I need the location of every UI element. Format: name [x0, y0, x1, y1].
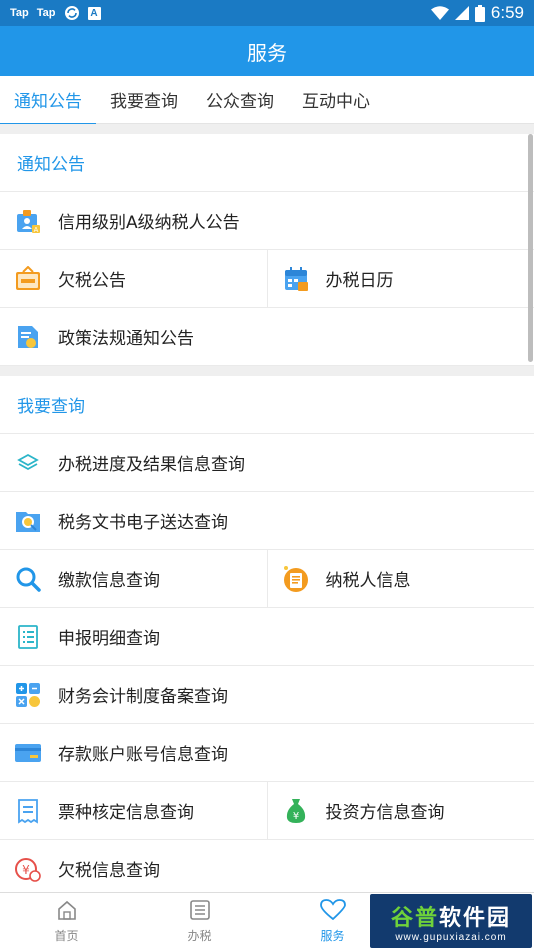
- tab-my-query[interactable]: 我要查询: [96, 76, 192, 124]
- money-bag-icon: ¥: [282, 797, 310, 825]
- item-label: 信用级别A级纳税人公告: [58, 213, 240, 233]
- credit-a-taxpayer-notice-item[interactable]: A 信用级别A级纳税人公告: [0, 192, 534, 249]
- nav-label: 办税: [187, 929, 212, 943]
- list-row: 财务会计制度备案查询: [0, 666, 534, 724]
- list-document-icon: [14, 623, 42, 651]
- scrollbar[interactable]: [528, 134, 533, 362]
- item-label: 纳税人信息: [325, 571, 411, 591]
- item-label: 申报明细查询: [58, 629, 160, 649]
- item-label: 投资方信息查询: [325, 803, 445, 823]
- nav-label: 服务: [320, 929, 345, 943]
- list-row: A 信用级别A级纳税人公告: [0, 192, 534, 250]
- tab-label: 我要查询: [110, 92, 178, 112]
- item-label: 税务文书电子送达查询: [58, 513, 228, 533]
- watermark-brand: 谷普软件园: [390, 905, 512, 931]
- document-search-icon: [14, 507, 42, 535]
- section-title: 通知公告: [0, 134, 534, 192]
- list-row: 缴款信息查询 纳税人信息: [0, 550, 534, 608]
- list-row: 税务文书电子送达查询: [0, 492, 534, 550]
- tab-label: 互动中心: [302, 92, 370, 112]
- notice-section: 通知公告 A 信用级别A级纳税人公告 欠税公告 办税日历 政策法规通知公告: [0, 134, 534, 366]
- deposit-account-query-item[interactable]: 存款账户账号信息查询: [0, 724, 534, 781]
- nav-home[interactable]: 首页: [0, 893, 133, 950]
- declaration-detail-query-item[interactable]: 申报明细查询: [0, 608, 534, 665]
- home-icon: [56, 899, 78, 924]
- investor-info-query-item[interactable]: ¥ 投资方信息查询: [266, 782, 534, 839]
- search-icon: [14, 565, 42, 593]
- query-section: 我要查询 办税进度及结果信息查询 税务文书电子送达查询 缴款信息查询 纳税人信息…: [0, 376, 534, 892]
- svg-text:¥: ¥: [22, 863, 30, 877]
- sync-icon: [64, 5, 80, 21]
- nav-tax-handling[interactable]: 办税: [133, 893, 266, 950]
- policy-document-icon: [14, 323, 42, 351]
- tab-bar: 通知公告 我要查询 公众查询 互动中心: [0, 76, 534, 125]
- tab-interaction-center[interactable]: 互动中心: [288, 76, 384, 124]
- tax-arrears-icon: ¥: [14, 855, 42, 883]
- item-label: 政策法规通知公告: [58, 329, 194, 349]
- status-bar: Tap Tap A 6 6:59: [0, 0, 534, 26]
- site-watermark: 谷普软件园 www.gupuxiazai.com: [370, 894, 532, 948]
- page-title: 服务: [247, 40, 287, 65]
- item-label: 票种核定信息查询: [58, 803, 194, 823]
- svg-text:¥: ¥: [292, 811, 298, 822]
- accounting-system-filing-query-item[interactable]: 财务会计制度备案查询: [0, 666, 534, 723]
- item-label: 欠税公告: [58, 271, 126, 291]
- tax-document-delivery-query-item[interactable]: 税务文书电子送达查询: [0, 492, 534, 549]
- battery-icon: [474, 4, 485, 22]
- item-label: 办税进度及结果信息查询: [58, 455, 245, 475]
- notice-board-icon: [14, 265, 42, 293]
- list-row: ¥ 欠税信息查询: [0, 840, 534, 892]
- section-gap: [0, 366, 534, 376]
- section-title: 我要查询: [0, 376, 534, 434]
- heart-icon: [319, 899, 346, 924]
- list-row: 票种核定信息查询 ¥ 投资方信息查询: [0, 782, 534, 840]
- policy-notice-item[interactable]: 政策法规通知公告: [0, 308, 534, 365]
- svg-text:A: A: [34, 227, 39, 234]
- tab-label: 通知公告: [14, 92, 82, 112]
- app-bar: 服务: [0, 26, 534, 76]
- calculator-icon: [14, 681, 42, 709]
- calendar-icon: [282, 265, 310, 293]
- signal-icon: [454, 6, 469, 20]
- watermark-url: www.gupuxiazai.com: [395, 931, 507, 943]
- list-row: 办税进度及结果信息查询: [0, 434, 534, 492]
- tab-label: 公众查询: [206, 92, 274, 112]
- tab-public-query[interactable]: 公众查询: [192, 76, 288, 124]
- invoice-icon: [14, 797, 42, 825]
- item-label: 存款账户账号信息查询: [58, 745, 228, 765]
- nav-label: 首页: [54, 929, 79, 943]
- list-icon: [189, 899, 211, 924]
- item-label: 缴款信息查询: [58, 571, 160, 591]
- tax-calendar-item[interactable]: 办税日历: [266, 250, 534, 307]
- clock: 6:59: [490, 3, 524, 22]
- item-label: 财务会计制度备案查询: [58, 687, 228, 707]
- list-row: 欠税公告 办税日历: [0, 250, 534, 308]
- invoice-type-query-item[interactable]: 票种核定信息查询: [0, 782, 267, 839]
- layers-icon: [14, 449, 42, 477]
- taxpayer-info-item[interactable]: 纳税人信息: [266, 550, 534, 607]
- content-scroll-area[interactable]: 通知公告 A 信用级别A级纳税人公告 欠税公告 办税日历 政策法规通知公告 我要…: [0, 124, 534, 892]
- item-label: 欠税信息查询: [58, 861, 160, 881]
- payment-info-query-item[interactable]: 缴款信息查询: [0, 550, 267, 607]
- list-row: 存款账户账号信息查询: [0, 724, 534, 782]
- taxpayer-info-icon: [282, 565, 310, 593]
- taptap-notification-icon: Tap: [10, 7, 29, 19]
- badge-a-icon: A: [14, 207, 42, 235]
- wifi-icon: [430, 6, 449, 20]
- bank-card-icon: [14, 739, 42, 767]
- tab-notices[interactable]: 通知公告: [0, 76, 96, 125]
- taptap-notification-icon: Tap: [36, 7, 56, 19]
- list-row: 申报明细查询: [0, 608, 534, 666]
- section-gap: [0, 124, 534, 134]
- tax-progress-query-item[interactable]: 办税进度及结果信息查询: [0, 434, 534, 491]
- app-notification-icon: A: [87, 6, 101, 20]
- list-row: 政策法规通知公告: [0, 308, 534, 366]
- tax-arrears-query-item[interactable]: ¥ 欠税信息查询: [0, 840, 534, 892]
- item-label: 办税日历: [325, 271, 394, 291]
- tax-arrears-notice-item[interactable]: 欠税公告: [0, 250, 267, 307]
